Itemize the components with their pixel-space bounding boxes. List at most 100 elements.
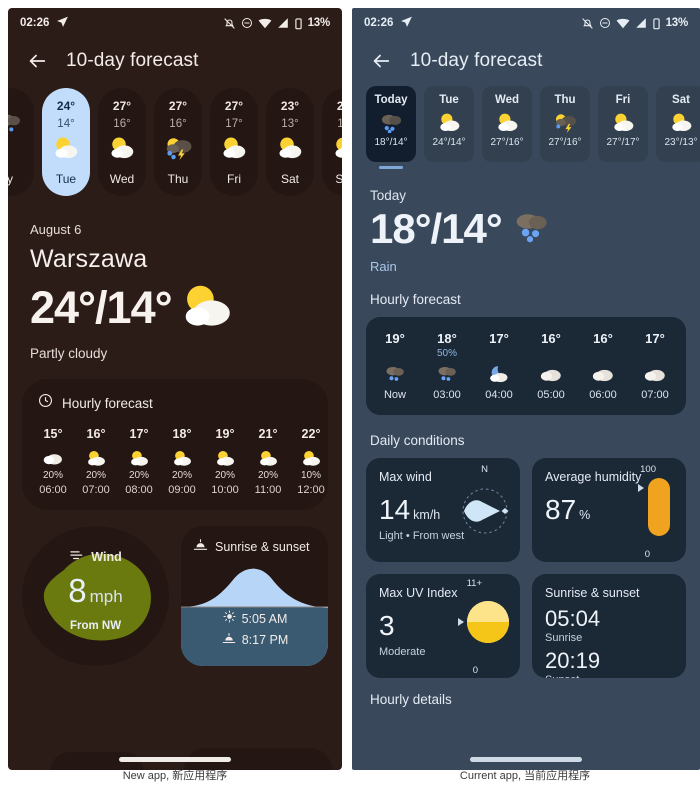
hour-temp: 15° <box>43 427 63 441</box>
wind-card[interactable]: Wind 8 mph From NW <box>22 526 169 666</box>
day-tab[interactable]: Wed 27°/16° <box>482 86 532 162</box>
right-caption: Current app, 当前应用程序 <box>459 770 591 782</box>
app-bar-left: 10-day forecast <box>8 38 342 82</box>
partly-cloudy-icon <box>494 111 521 133</box>
chip-day: Wed <box>109 172 135 186</box>
back-arrow-icon[interactable] <box>370 50 392 72</box>
sunset-icon <box>222 631 236 649</box>
chip-high: 27° <box>112 99 132 113</box>
hour-time: Now <box>383 389 406 401</box>
rain-icon <box>435 363 459 385</box>
tab-day: Tue <box>439 94 459 106</box>
partly-cloudy-icon <box>331 135 342 161</box>
bottom-cards-left: Wind 8 mph From NW Sunrise & sunset 5:05… <box>22 526 328 666</box>
max-wind-card[interactable]: Max wind 14 km/h Light • From west N <box>366 458 520 562</box>
day-tab[interactable]: Thu 27°/16° <box>540 86 590 162</box>
tab-day: Wed <box>494 94 520 106</box>
hero-temperature: 24°/14° <box>30 282 173 333</box>
hour-precip: 20% <box>257 470 278 481</box>
right-screen: 02:26 13% 10-day forecast Today 18°/14° … <box>352 8 700 770</box>
wind-value: 8 <box>68 572 87 609</box>
max-uv-index-card[interactable]: Max UV Index 3 Moderate 11+ 0 <box>366 574 520 678</box>
hour-temp: 17° <box>489 331 509 346</box>
hourly-column: 18° 50% 03:00 <box>428 331 466 401</box>
battery-icon <box>294 17 303 30</box>
compass-north-label: N <box>481 464 488 475</box>
day-chip[interactable]: 23° 13° Sat <box>266 88 314 196</box>
humidity-value: 87 <box>545 494 577 525</box>
partly-cloudy-icon <box>85 449 107 467</box>
hourly-column: 17° 20% 08:00 <box>124 427 154 496</box>
chip-low: 14° <box>57 118 75 130</box>
hourly-column: 16° 06:00 <box>584 331 622 401</box>
chip-low: 16° <box>337 118 342 130</box>
left-caption: New app, 新应用程序 <box>122 770 228 782</box>
hour-time: 05:00 <box>537 389 565 401</box>
hour-temp: 18° <box>437 331 457 346</box>
left-phone-frame: 02:26 13% 10-day forecast y 24° 14° Tue … <box>0 0 350 787</box>
sunrise-sunset-card-right[interactable]: Sunrise & sunset 05:04 Sunrise 20:19 Sun… <box>532 574 686 678</box>
partly-cloudy-icon <box>275 135 305 161</box>
partly-cloudy-icon <box>171 449 193 467</box>
day-chip[interactable]: 27° 17° Fri <box>210 88 258 196</box>
tab-day: Thu <box>554 94 576 106</box>
sunrise-sunset-card-left[interactable]: Sunrise & sunset 5:05 AM 8:17 PM <box>181 526 328 666</box>
partly-cloudy-icon <box>436 111 463 133</box>
tab-temps: 24°/14° <box>432 137 466 148</box>
hourly-forecast-card-right[interactable]: 19° Now 18° 50% 03:00 17° 04:00 16° 05:0… <box>366 317 686 415</box>
day-chip-selected[interactable]: 24° 14° Tue <box>42 88 90 196</box>
day-chips-row-left[interactable]: y 24° 14° Tue 27° 16° Wed 27° 16° Thu 27… <box>8 82 342 196</box>
hour-time: 06:00 <box>39 484 67 496</box>
chip-high: 27° <box>336 99 342 113</box>
hour-temp: 17° <box>129 427 149 441</box>
hourly-forecast-card-left[interactable]: Hourly forecast 15° 20% 06:00 16° 20% 07… <box>22 379 328 510</box>
rain-icon <box>8 109 22 135</box>
sunset-time: 20:19 <box>545 648 601 673</box>
humidity-scale-max: 100 <box>640 464 656 475</box>
day-tab[interactable]: Tue 24°/14° <box>424 86 474 162</box>
uv-sun-icon <box>458 601 509 643</box>
left-screen: 02:26 13% 10-day forecast y 24° 14° Tue … <box>8 8 342 770</box>
average-humidity-card[interactable]: Average humidity 87 % 100 0 <box>532 458 686 562</box>
day-tab[interactable]: Fri 27°/17° <box>598 86 648 162</box>
cell-signal-icon <box>277 17 289 29</box>
day-chip[interactable]: 27° 16° Thu <box>154 88 202 196</box>
day-tab[interactable]: Sat 23°/13° <box>656 86 700 162</box>
hour-temp: 17° <box>645 331 665 346</box>
sun-icon <box>223 610 236 628</box>
day-chip[interactable]: y <box>8 88 34 196</box>
wind-compass-icon <box>462 488 509 534</box>
chip-day: Sun <box>335 172 342 186</box>
page-title: 10-day forecast <box>66 50 199 71</box>
chip-day: Thu <box>167 172 189 186</box>
hour-precip: 20% <box>85 470 106 481</box>
back-arrow-icon[interactable] <box>26 50 48 72</box>
hero-condition: Partly cloudy <box>30 346 108 361</box>
chip-low: 17° <box>225 118 243 130</box>
thunderstorm-icon <box>162 135 194 161</box>
hour-precip: 20% <box>214 470 235 481</box>
page-title: 10-day forecast <box>410 50 543 71</box>
chip-day: Fri <box>227 172 241 186</box>
chip-low: 16° <box>169 118 187 130</box>
current-conditions-left: August 6 Warszawa 24°/14° Partly cloudy <box>8 196 342 361</box>
sun-card-title: Sunrise & sunset <box>545 586 640 600</box>
day-tabs-row-right[interactable]: Today 18°/14° Tue 24°/14° Wed 27°/16° Th… <box>352 82 700 169</box>
max-wind-unit: km/h <box>413 508 441 522</box>
hourly-column: 18° 20% 09:00 <box>167 427 197 496</box>
chip-day: y <box>8 172 13 186</box>
day-chip[interactable]: 27° 16° Wed <box>98 88 146 196</box>
sunrise-time: 05:04 <box>545 606 601 631</box>
day-tab-selected[interactable]: Today 18°/14° <box>366 86 416 169</box>
sunset-time: 8:17 PM <box>241 633 289 647</box>
day-chip[interactable]: 27° 16° Sun <box>322 88 342 196</box>
hero-condition: Rain <box>370 259 397 274</box>
partly-cloudy-icon <box>178 283 234 334</box>
partly-cloudy-icon <box>107 135 137 161</box>
max-wind-value: 14 <box>379 494 411 525</box>
partly-cloudy-night-icon <box>487 363 511 385</box>
hourly-column: 15° 20% 06:00 <box>38 427 68 496</box>
partly-cloudy-icon <box>219 135 249 161</box>
hero-temperature: 18°/14° <box>370 205 503 252</box>
uv-scale-min: 0 <box>472 665 478 676</box>
